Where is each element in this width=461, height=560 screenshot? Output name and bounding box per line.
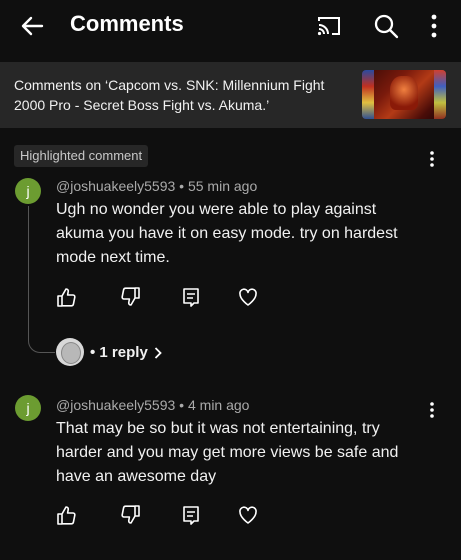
reply-avatar-face [61,342,81,364]
chevron-right-icon [154,347,162,359]
reply-thread-line [28,206,55,353]
comment-meta: @joshuakeely5593 • 55 min ago [56,178,258,194]
view-replies-link[interactable]: • 1 reply [90,344,162,361]
comment-text: That may be so but it was not entertaini… [56,420,399,485]
heart-icon[interactable] [237,286,259,308]
cast-icon[interactable] [316,13,342,39]
avatar[interactable]: j [15,178,41,204]
reply-icon[interactable] [180,286,202,308]
comment-meta: @joshuakeely5593 • 4 min ago [56,397,250,413]
video-context-text: Comments on ‘Capcom vs. SNK: Millennium … [14,77,325,113]
like-icon[interactable] [55,504,77,526]
comment-menu-icon[interactable] [425,149,439,169]
thumbnail-right-strip [434,70,446,119]
thumbnail-left-strip [362,70,374,119]
video-thumbnail[interactable] [362,70,446,119]
reply-avatar[interactable] [56,338,84,366]
dislike-icon[interactable] [120,504,142,526]
like-icon[interactable] [55,286,77,308]
reply-count-label: • 1 reply [90,344,148,361]
thumbnail-boss-figure [390,76,418,110]
page-title: Comments [70,11,184,36]
reply-icon[interactable] [180,504,202,526]
heart-icon[interactable] [237,504,259,526]
comment-text: Ugh no wonder you were able to play agai… [56,201,398,266]
dislike-icon[interactable] [120,286,142,308]
comment-menu-icon[interactable] [425,400,439,420]
app-bar: Comments [0,0,461,52]
search-icon[interactable] [372,12,400,40]
more-vert-icon[interactable] [424,12,444,40]
highlighted-comment-badge: Highlighted comment [14,145,149,167]
avatar[interactable]: j [15,395,41,421]
back-arrow-icon[interactable] [18,12,46,40]
